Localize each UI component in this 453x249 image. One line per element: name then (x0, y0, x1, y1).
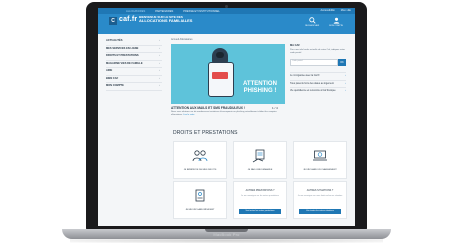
caf-logo-text[interactable]: caf.fr (119, 16, 137, 23)
family-icon (192, 150, 208, 162)
topbar-right: Accessibilité Mon ville (320, 9, 351, 12)
local-caf-link[interactable]: Je m'organise avec la Caf.fr › (290, 71, 346, 80)
topbar-link-partenaires[interactable]: PARTENAIRES (155, 10, 173, 13)
sidebar-item-actualites[interactable]: ACTUALITÉS › (106, 38, 162, 46)
sidebar-item-label: MON COMPTE (106, 84, 124, 87)
model-label: MacBook Pro (213, 232, 240, 237)
card-demande[interactable]: JE FAIS UNE DEMANDE (233, 141, 287, 179)
city-link[interactable]: Mon ville (341, 9, 351, 12)
header-actions: RECHERCHER MON COMPTE (305, 17, 343, 27)
hero-banner[interactable]: ATTENTION PHISHING ! (171, 44, 285, 104)
postal-code-form: Code postal OK (290, 58, 346, 66)
chevron-right-icon: › (159, 61, 160, 65)
card-label: JE ME DÉCLARE RÉSIDENT (185, 209, 215, 211)
local-caf-link[interactable]: Tous parents hors des dates au logement › (290, 79, 346, 88)
account-label: MON COMPTE (329, 25, 343, 27)
chevron-right-icon: › (159, 69, 160, 72)
card-changement[interactable]: JE DÉCLARE UN CHANGEMENT (293, 141, 347, 179)
account-button[interactable]: MON COMPTE (329, 17, 343, 27)
local-caf-link-label: Je m'organise avec la Caf.fr (290, 73, 320, 77)
card-label: JE BÉNÉFICIE DE MES DROITS (183, 169, 217, 171)
sidebar-item-aide[interactable]: AIDE › (106, 68, 162, 76)
portal-title: BIENVENUE SUR LE SITE DES ALLOCATIONS FA… (139, 15, 193, 24)
local-caf-link[interactable]: Vie quotidienne et rencontre à Caf Zuniq… (290, 87, 346, 95)
card-droits[interactable]: JE BÉNÉFICIE DE MES DROITS (173, 141, 227, 179)
user-icon (333, 17, 339, 24)
local-caf-link-label: Tous parents hors des dates au logement (290, 81, 334, 85)
arrow-right-icon: › (345, 89, 346, 93)
portal-title-line2: ALLOCATIONS FAMILIALES (139, 18, 193, 24)
alert-icon (212, 72, 228, 79)
card-subtitle: Je me renseigne sur mes droits selon ma … (297, 195, 343, 197)
chevron-right-icon: › (159, 76, 160, 80)
sidebar-nav: ACTUALITÉS › MES SERVICES EN LIGNE › DROIT… (106, 38, 162, 91)
search-label: RECHERCHER (305, 25, 320, 27)
arrow-right-icon: › (345, 81, 346, 85)
card-title: AUTRES SITUATIONS ? (306, 189, 334, 192)
topbar-link-allocataires[interactable]: ALLOCATAIRES (126, 10, 145, 13)
local-caf-text: Pour une info locale actuelle de votre C… (290, 49, 345, 54)
card-resident[interactable]: JE ME DÉCLARE RÉSIDENT (173, 181, 227, 219)
local-caf-panel: MA CAF Pour une info locale actuelle de … (290, 44, 346, 95)
accessibility-link[interactable]: Accessibilité (320, 9, 334, 12)
card-subtitle: Je me renseigne sur les autres prestatio… (241, 195, 279, 197)
hero-caption-title[interactable]: ATTENTION AUX MAILS ET SMS FRAUDULEUX ! (171, 106, 285, 110)
breadcrumb[interactable]: Accueil Allocataires (171, 38, 193, 41)
sidebar-item-services[interactable]: MES SERVICES EN LIGNE › (106, 46, 162, 53)
sidebar-item-label: BIEN CAF (106, 76, 119, 80)
card-autres-prestations: AUTRES PRESTATIONS ? Je me renseigne sur… (233, 181, 287, 219)
sidebar-item-label: DROITS ET PRESTATIONS (106, 54, 139, 57)
card-autres-situations: AUTRES SITUATIONS ? Je me renseigne sur … (293, 181, 347, 219)
sidebar-item-label: MAGAZINE VIES DE FAMILLE (106, 61, 143, 65)
hero-line1: ATTENTION (243, 81, 277, 87)
hero-caption-text: Nous vous alertons sur de nombreuses ten… (171, 111, 285, 117)
search-button[interactable]: RECHERCHER (305, 17, 319, 27)
arrow-right-icon: › (345, 73, 346, 77)
search-icon (308, 17, 316, 24)
screen: ALLOCATAIRES PARTENAIRES PRESSE ET INSTI… (98, 8, 355, 226)
hero-caption: ATTENTION AUX MAILS ET SMS FRAUDULEUX ! … (171, 106, 285, 117)
card-label: JE DÉCLARE UN CHANGEMENT (303, 169, 337, 171)
other-benefits-button[interactable]: Voir toutes les autres prestations (239, 209, 281, 214)
card-title: AUTRES PRESTATIONS ? (245, 189, 275, 192)
caf-logo-icon[interactable]: C (109, 17, 117, 25)
id-document-icon (195, 189, 205, 202)
hero-line2: PHISHING ! (243, 88, 277, 94)
chevron-right-icon: › (159, 46, 160, 50)
sidebar-item-label: AIDE (106, 69, 113, 72)
sidebar-item-mon-compte[interactable]: MON COMPTE › (106, 83, 162, 91)
postal-code-submit-button[interactable]: OK (338, 58, 346, 66)
hacker-face-icon (216, 52, 224, 58)
sidebar-item-bien-caf[interactable]: BIEN CAF › (106, 76, 162, 83)
chevron-right-icon: › (159, 54, 160, 57)
topbar-link-presse[interactable]: PRESSE ET INSTITUTIONNEL (183, 10, 220, 13)
local-caf-title: MA CAF (290, 44, 300, 47)
card-label: JE FAIS UNE DEMANDE (247, 169, 273, 171)
local-caf-links: Je m'organise avec la Caf.fr › Tous paren… (290, 71, 346, 96)
section-title: DROITS ET PRESTATIONS (173, 130, 238, 136)
sidebar-item-droits[interactable]: DROITS ET PRESTATIONS › (106, 53, 162, 61)
other-situations-button[interactable]: Voir toutes les autres situations (299, 209, 341, 214)
local-caf-link-label: Vie quotidienne et rencontre à Caf Zuniq… (290, 89, 336, 93)
phone-illustration-icon (208, 62, 234, 97)
carousel-pager[interactable]: 1 / 4 (272, 106, 278, 110)
sidebar-item-label: MES SERVICES EN LIGNE (106, 46, 139, 50)
read-more-link[interactable]: Lire la suite (183, 114, 194, 116)
laptop-update-icon (313, 150, 327, 161)
sidebar-item-label: ACTUALITÉS (106, 39, 123, 42)
chevron-right-icon: › (159, 84, 160, 87)
sidebar-item-magazine[interactable]: MAGAZINE VIES DE FAMILLE › (106, 61, 162, 68)
document-hand-icon (252, 149, 265, 163)
postal-code-input[interactable]: Code postal (290, 58, 338, 66)
chevron-right-icon: › (159, 39, 160, 42)
